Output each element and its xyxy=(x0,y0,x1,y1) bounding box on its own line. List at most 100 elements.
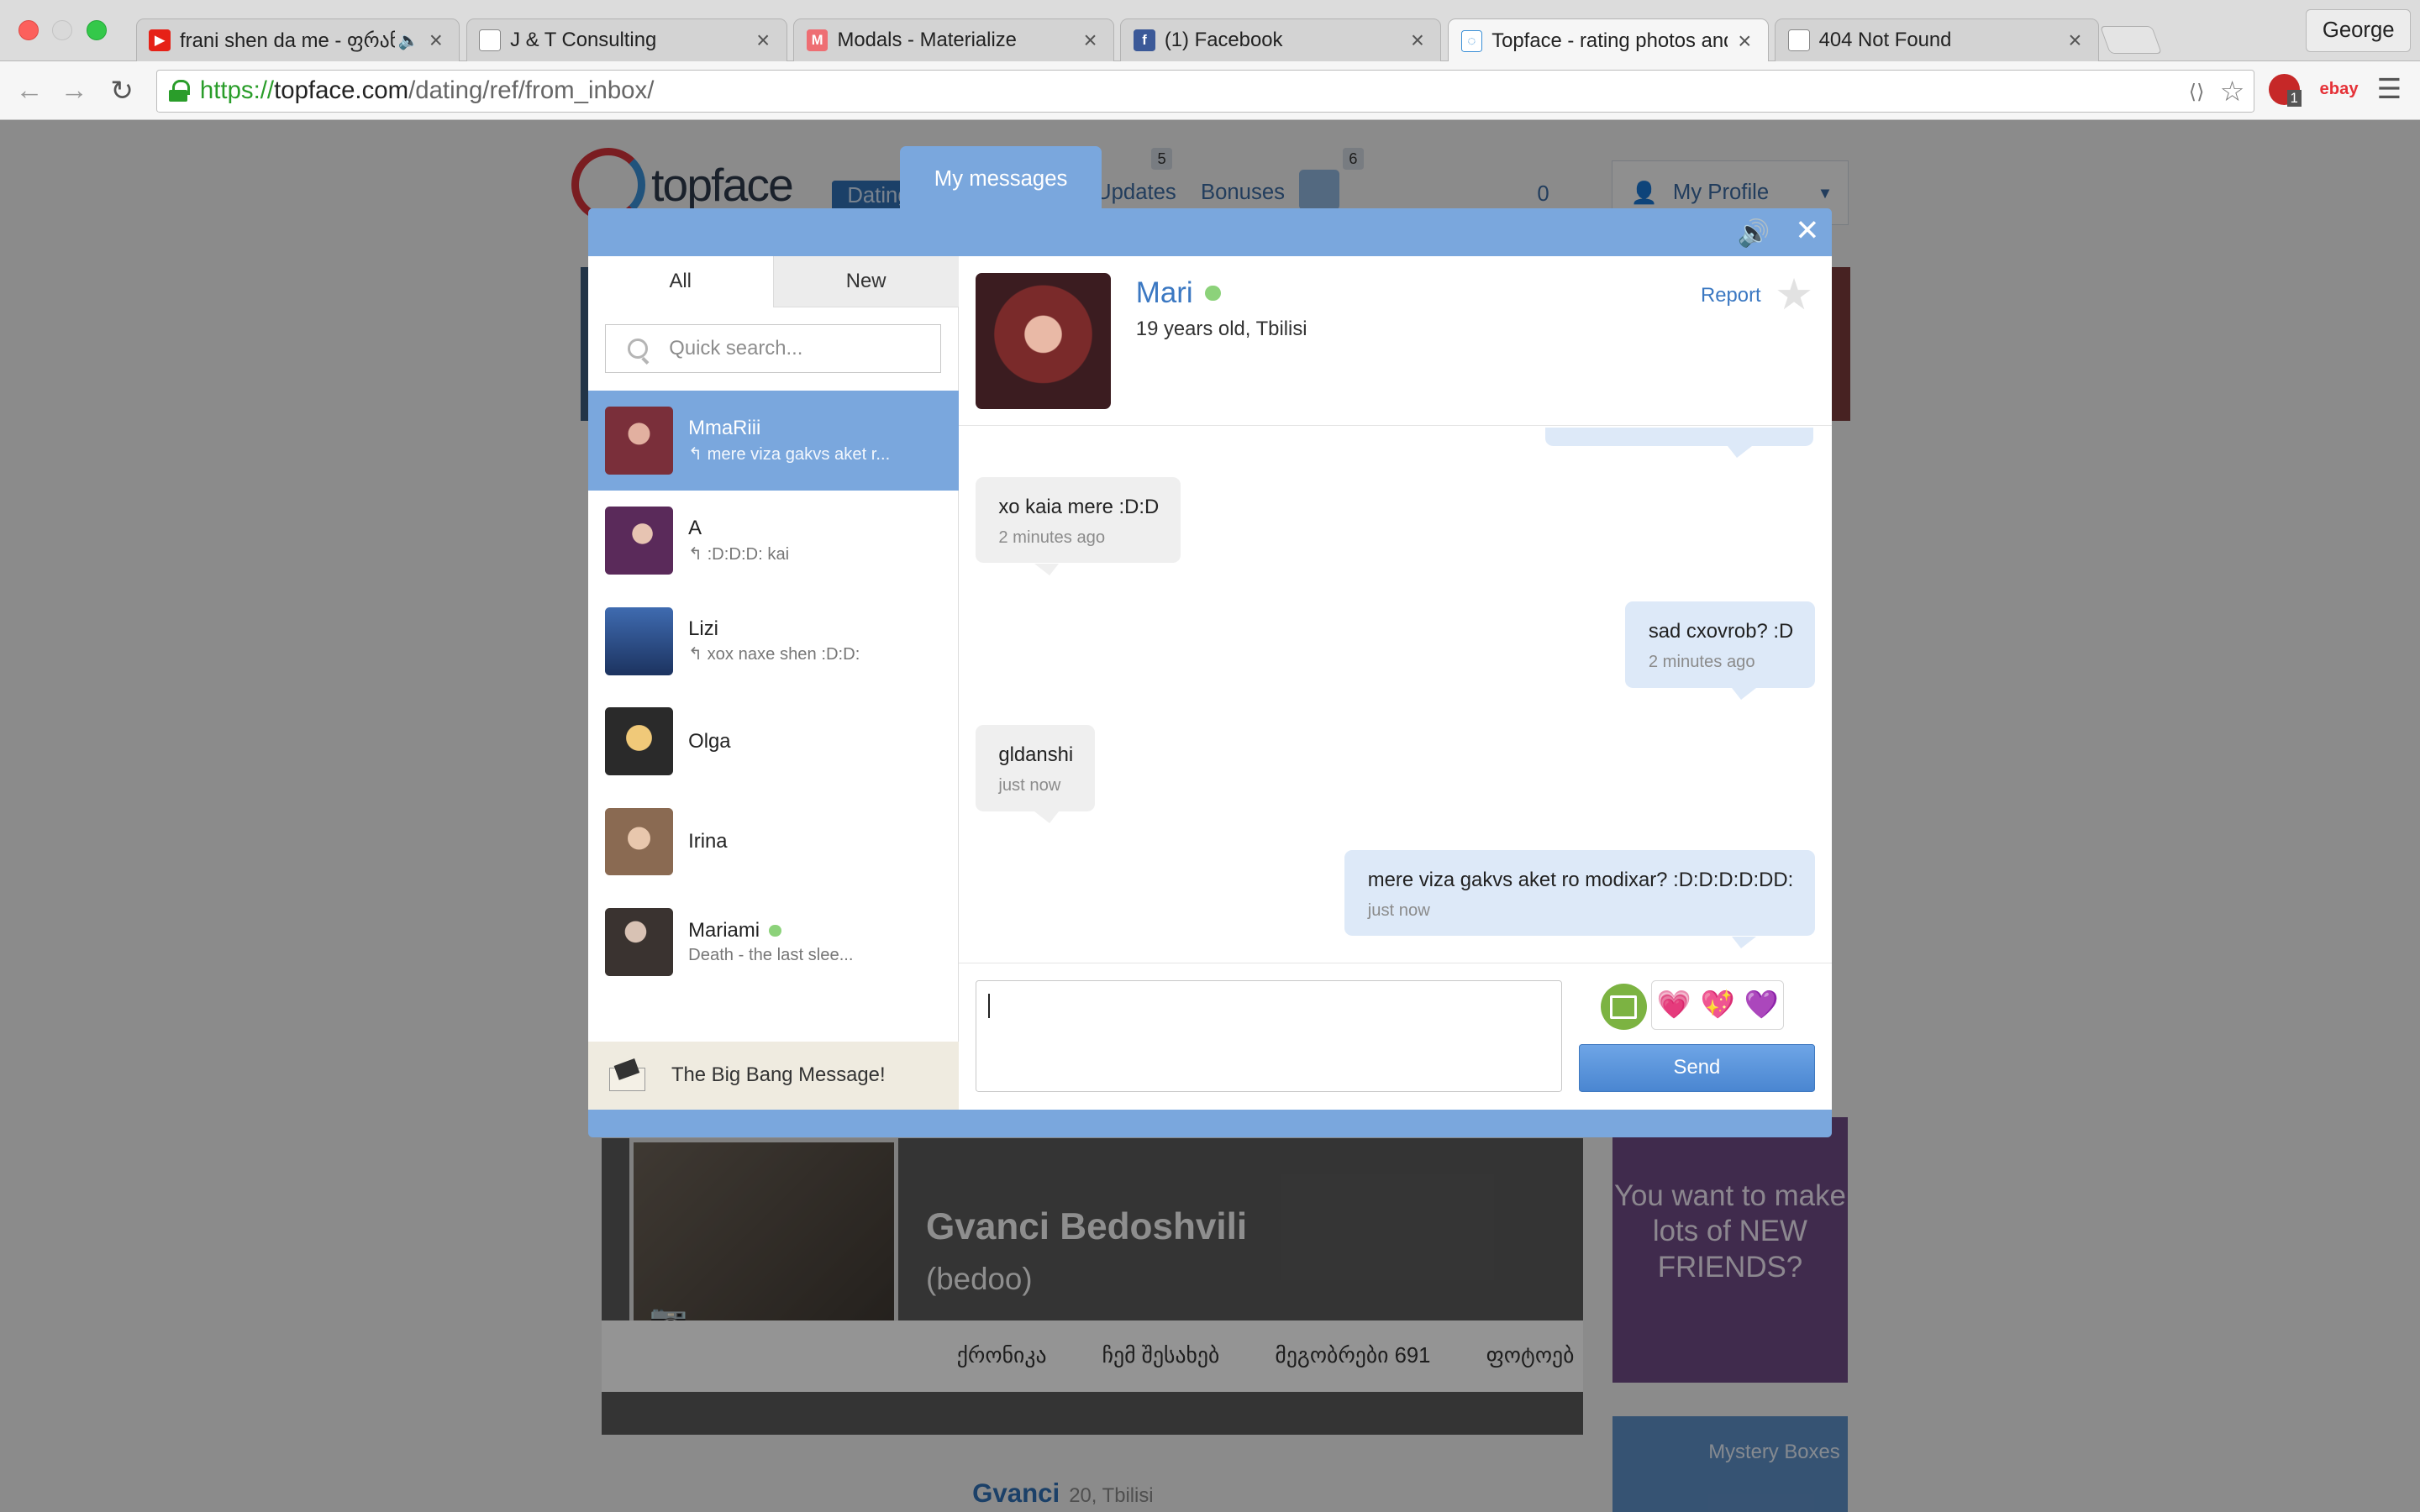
chat-partner-details: 19 years old, Tbilisi xyxy=(1135,318,1307,341)
bookmark-star-icon[interactable]: ☆ xyxy=(2220,75,2245,108)
browser-tab-active[interactable]: ◌ Topface - rating photos and × xyxy=(1447,18,1769,64)
message-text: xo kaia mere :D:D xyxy=(998,495,1160,518)
message-text: gldanshi xyxy=(998,743,1074,767)
message-time: 2 minutes ago xyxy=(998,528,1106,547)
conversation-name: Mariami xyxy=(688,918,760,942)
quick-search-input[interactable]: Quick search... xyxy=(604,323,942,374)
close-window-button[interactable] xyxy=(18,19,39,40)
avatar xyxy=(604,606,673,675)
page-icon xyxy=(479,29,502,52)
tab-title: frani shen da me - ფრან xyxy=(180,29,395,52)
browser-tab[interactable]: f (1) Facebook × xyxy=(1120,18,1442,62)
browser-tab[interactable]: J & T Consulting × xyxy=(466,18,787,62)
tab-title: J & T Consulting xyxy=(510,29,657,52)
close-tab-icon[interactable]: × xyxy=(1407,27,1428,54)
conversation-name: Lizi xyxy=(688,617,718,640)
forward-arrow-icon[interactable]: → xyxy=(57,74,91,108)
modal-header: 🔊 ✕ xyxy=(588,208,1832,256)
close-icon[interactable]: ✕ xyxy=(1795,214,1819,248)
reload-icon[interactable]: ↻ xyxy=(105,74,139,108)
extension-badge: 1 xyxy=(2286,89,2302,107)
messages-modal: 🔊 ✕ All New Quick search... MmaRiii ↰ me… xyxy=(587,207,1833,1137)
chat-partner-name-text: Mari xyxy=(1135,276,1193,309)
message-bubble-outgoing: mere viza gakvs aket ro modixar? :D:D:D:… xyxy=(1344,850,1815,948)
conversation-snippet: :D:D:D: kai xyxy=(707,545,790,564)
browser-tab[interactable]: M Modals - Materialize × xyxy=(793,18,1115,62)
conversation-name: A xyxy=(688,517,702,540)
close-tab-icon[interactable]: × xyxy=(2065,27,2086,54)
close-tab-icon[interactable]: × xyxy=(425,27,447,54)
message-input[interactable] xyxy=(975,980,1562,1092)
message-bubble-incoming: xo kaia mere :D:D 2 minutes ago xyxy=(975,476,1181,575)
message-bubble-incoming: gldanshi just now xyxy=(975,725,1095,823)
zoom-window-button[interactable] xyxy=(86,19,107,40)
message-bubble-partial xyxy=(1544,427,1814,459)
conversation-list-panel: All New Quick search... MmaRiii ↰ mere vi… xyxy=(587,255,959,1110)
conversation-panel: Mari 19 years old, Tbilisi Report ★ xo k… xyxy=(958,256,1833,1110)
avatar[interactable] xyxy=(975,273,1112,409)
message-time: 2 minutes ago xyxy=(1648,653,1755,672)
chat-partner-name[interactable]: Mari xyxy=(1136,276,1221,310)
browser-tab[interactable]: ▶ frani shen da me - ფრან 🔈 × xyxy=(135,18,460,62)
conversation-name: MmaRiii xyxy=(688,417,761,440)
message-text: sad cxovrob? :D xyxy=(1648,620,1794,643)
tab-all[interactable]: All xyxy=(587,255,773,307)
close-tab-icon[interactable]: × xyxy=(1733,28,1755,55)
browser-tab[interactable]: 404 Not Found × xyxy=(1775,18,2099,62)
tab-title: 404 Not Found xyxy=(1818,29,1952,52)
conversation-item[interactable]: Lizi ↰ xox naxe shen :D:D: xyxy=(588,591,959,690)
conversation-item[interactable]: Mariami Death - the last slee... xyxy=(588,892,959,992)
my-messages-tab[interactable]: My messages xyxy=(899,146,1102,212)
sound-icon[interactable]: 🔊 xyxy=(1738,218,1770,249)
browser-profile-button[interactable]: George xyxy=(2306,9,2411,53)
page-source-icon[interactable]: ⟨⟩ xyxy=(2189,80,2205,109)
star-icon[interactable]: ★ xyxy=(1775,269,1813,320)
avatar xyxy=(604,907,673,976)
conversation-item[interactable]: MmaRiii ↰ mere viza gakvs aket r... xyxy=(587,390,959,491)
conversation-item[interactable]: Irina xyxy=(588,791,959,891)
minimize-window-button[interactable] xyxy=(52,19,73,40)
browser-toolbar: ← → ↻ https:// topface.com /dating/ref/f… xyxy=(0,61,2420,121)
page-icon xyxy=(1787,29,1810,52)
search-placeholder: Quick search... xyxy=(669,337,803,360)
new-tab-button[interactable] xyxy=(2100,26,2163,55)
avatar xyxy=(604,507,673,575)
chat-header: Mari 19 years old, Tbilisi Report ★ xyxy=(958,256,1833,426)
close-tab-icon[interactable]: × xyxy=(1080,27,1102,54)
avatar xyxy=(604,707,673,775)
conversation-snippet: Death - the last slee... xyxy=(688,945,854,964)
tab-title: Topface - rating photos and xyxy=(1491,29,1728,53)
message-bubble-outgoing: sad cxovrob? :D 2 minutes ago xyxy=(1625,601,1815,700)
conversation-item[interactable]: Olga xyxy=(588,691,959,791)
conversation-name: Irina xyxy=(688,829,728,853)
url-path: /dating/ref/from_inbox/ xyxy=(408,76,655,105)
search-icon xyxy=(627,339,648,360)
avatar xyxy=(604,406,673,475)
send-button[interactable]: Send xyxy=(1578,1043,1815,1092)
report-link[interactable]: Report xyxy=(1701,284,1761,307)
facebook-icon: f xyxy=(1134,29,1155,52)
text-caret xyxy=(988,993,991,1019)
message-text: mere viza gakvs aket ro modixar? :D:D:D:… xyxy=(1367,869,1794,892)
topface-icon: ◌ xyxy=(1460,30,1483,52)
adblock-extension-icon[interactable]: 1 xyxy=(2268,74,2302,107)
conversation-snippet: xox naxe shen :D:D: xyxy=(707,645,860,664)
message-thread[interactable]: xo kaia mere :D:D 2 minutes ago sad cxov… xyxy=(958,427,1833,963)
speaker-icon[interactable]: 🔈 xyxy=(397,30,418,51)
close-tab-icon[interactable]: × xyxy=(752,27,774,54)
ebay-extension-icon[interactable]: ebay xyxy=(2320,80,2359,99)
message-composer: 💗 💖 💜 Send xyxy=(958,963,1833,1109)
hearts-sticker-icon[interactable]: 💖 xyxy=(1701,989,1735,1021)
purple-heart-sticker-icon[interactable]: 💜 xyxy=(1744,989,1779,1021)
gift-icon[interactable] xyxy=(1600,983,1647,1031)
tab-new[interactable]: New xyxy=(772,255,959,307)
menu-hamburger-icon[interactable]: ☰ xyxy=(2377,72,2402,106)
address-bar[interactable]: https:// topface.com /dating/ref/from_in… xyxy=(155,69,2255,113)
url-host: topface.com xyxy=(274,76,409,105)
big-bang-message-button[interactable]: The Big Bang Message! xyxy=(587,1041,959,1110)
lock-icon xyxy=(169,80,190,102)
heart-sticker-icon[interactable]: 💗 xyxy=(1657,989,1691,1021)
reply-icon: ↰ xyxy=(688,645,703,664)
conversation-item[interactable]: A ↰:D:D:D: kai xyxy=(588,491,959,591)
back-arrow-icon[interactable]: ← xyxy=(13,74,46,108)
